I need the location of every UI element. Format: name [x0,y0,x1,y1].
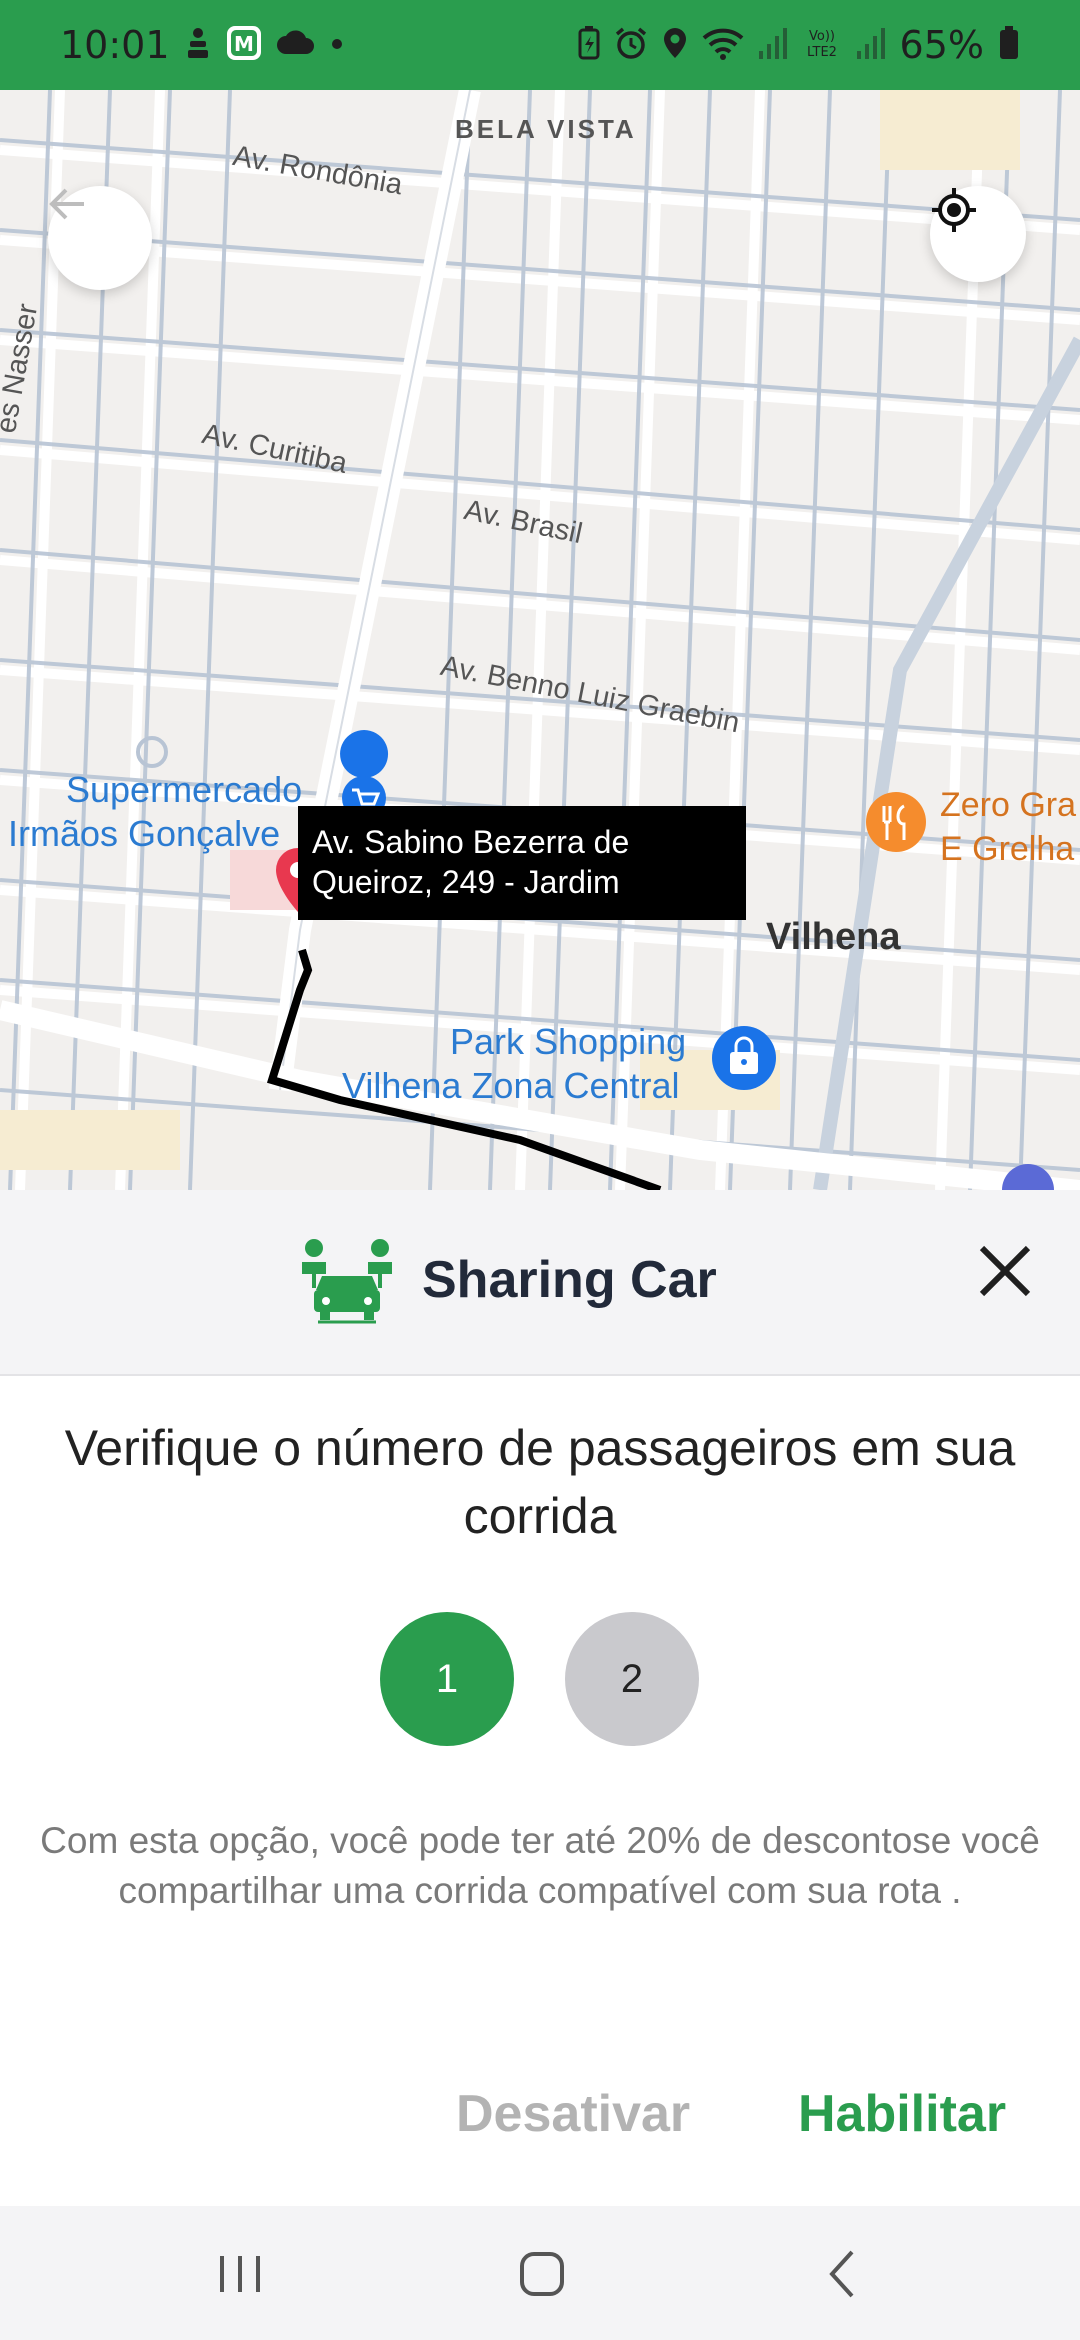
poi-supermarket-label-2[interactable]: Irmãos Gonçalve [8,812,280,856]
shopping-marker-icon[interactable] [712,1026,776,1090]
signal-icon [856,27,886,63]
sharing-car-icon [302,1239,392,1324]
crosshair-icon [932,188,976,232]
poi-supermarket-label-1[interactable]: Supermercado [66,768,302,812]
battery-percent: 65% [899,23,984,67]
app-icon: M [226,25,262,65]
battery-icon [998,26,1020,64]
sheet-body: Verifique o número de passageiros em sua… [0,1376,1080,2206]
volte-icon: Vo)) LTE2 [802,26,842,64]
map-back-button[interactable] [48,186,152,290]
wifi-icon [702,26,744,64]
discount-info-text: Com esta opção, você pode ter até 20% de… [40,1820,1040,1911]
svg-text:M: M [234,32,254,56]
status-bar-left: 10:01 M [60,23,344,67]
enable-button[interactable]: Habilitar [798,2084,1006,2144]
address-line-1: Av. Sabino Bezerra de [312,824,630,860]
restaurant-marker-icon[interactable] [866,792,926,852]
passenger-question: Verifique o número de passageiros em sua… [64,1420,1016,1544]
svg-text:Vo)): Vo)) [809,29,835,44]
passenger-option-1[interactable]: 1 [380,1612,514,1746]
recent-apps-icon[interactable] [200,2242,280,2306]
alarm-icon [614,26,648,64]
disable-button[interactable]: Desativar [456,2084,690,2144]
map-view[interactable]: BELA VISTA Av. Rondônia Av. Curitiba Av.… [0,90,1080,1190]
system-nav-bar [0,2206,1080,2340]
home-icon[interactable] [502,2242,582,2306]
city-label: Vilhena [766,916,901,958]
close-icon[interactable] [970,1236,1040,1306]
address-line-2: Queiroz, 249 - Jardim [312,864,620,900]
arrow-left-icon [49,188,84,220]
status-bar: 10:01 M Vo)) LTE2 65% [0,0,1080,90]
sheet-header: Sharing Car [0,1190,1080,1376]
sheet-title: Sharing Car [422,1251,717,1309]
svg-text:LTE2: LTE2 [807,45,837,60]
back-icon[interactable] [804,2242,884,2306]
my-location-button[interactable] [930,186,1026,282]
poi-restaurant-label-1[interactable]: Zero Gra [940,784,1076,826]
status-bar-right: Vo)) LTE2 65% [578,23,1020,67]
poi-mall-label-2[interactable]: Vilhena Zona Central [342,1064,680,1108]
cast-icon [184,25,212,65]
poi-restaurant-label-2[interactable]: E Grelha [940,828,1074,870]
location-icon [662,26,688,64]
poi-mall-label-1[interactable]: Park Shopping [450,1020,686,1064]
battery-saver-icon [578,26,600,64]
status-time: 10:01 [60,23,170,67]
dot-icon [330,36,344,55]
cloud-icon [276,30,316,60]
signal-icon [758,27,788,63]
passenger-option-2[interactable]: 2 [565,1612,699,1746]
map-district-label: BELA VISTA [455,114,637,144]
address-tooltip: Av. Sabino Bezerra de Queiroz, 249 - Jar… [298,806,746,920]
